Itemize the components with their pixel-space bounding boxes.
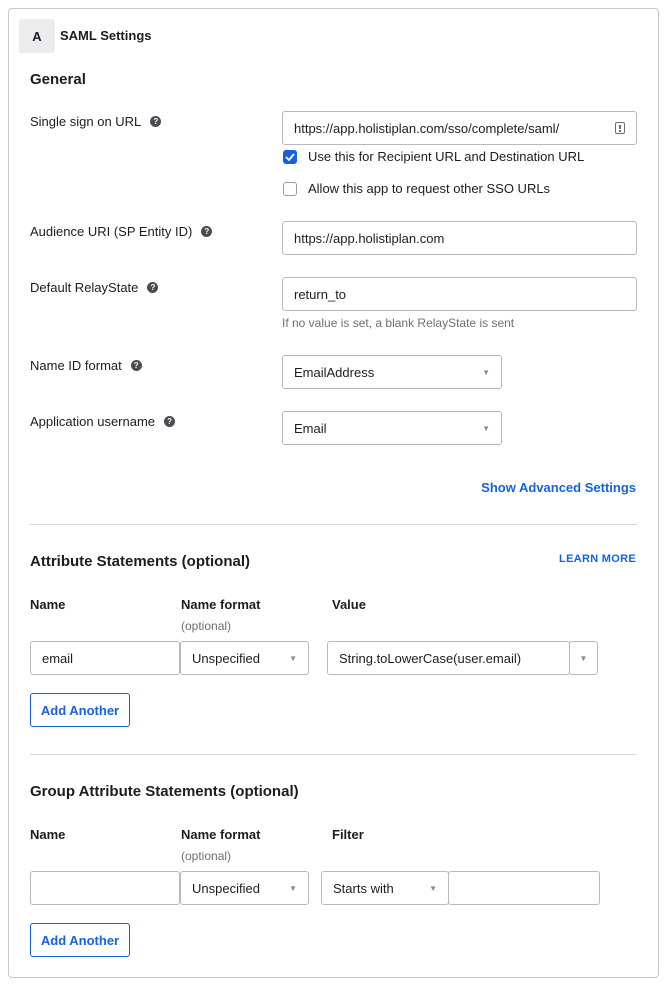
other-sso-checkbox-row[interactable]: Allow this app to request other SSO URLs bbox=[283, 181, 550, 196]
group-name-format-select[interactable]: Unspecified ▼ bbox=[180, 871, 309, 905]
name-id-format-label-text: Name ID format bbox=[30, 358, 122, 373]
section-divider bbox=[30, 754, 637, 755]
chevron-down-icon: ▼ bbox=[289, 653, 297, 663]
chevron-down-icon: ▼ bbox=[429, 883, 437, 893]
sso-url-label-text: Single sign on URL bbox=[30, 114, 142, 129]
group-filter-type-value: Starts with bbox=[333, 880, 394, 896]
attr-col-name-format-sub: (optional) bbox=[181, 619, 232, 633]
group-col-name-format-sub: (optional) bbox=[181, 849, 232, 863]
other-sso-checkbox-label: Allow this app to request other SSO URLs bbox=[308, 181, 551, 196]
recipient-checkbox-label: Use this for Recipient URL and Destinati… bbox=[308, 149, 585, 164]
chevron-down-icon: ▼ bbox=[482, 367, 490, 377]
attr-name-format-value: Unspecified bbox=[192, 650, 260, 666]
relay-state-label-text: Default RelayState bbox=[30, 280, 139, 295]
help-circle-icon[interactable]: ? bbox=[147, 282, 159, 293]
name-id-format-label: Name ID format ? bbox=[30, 358, 142, 373]
help-circle-icon[interactable]: ? bbox=[130, 360, 142, 371]
audience-uri-label: Audience URI (SP Entity ID) ? bbox=[30, 224, 213, 239]
attr-value-text: String.toLowerCase(user.email) bbox=[339, 650, 522, 666]
attr-col-value: Value bbox=[332, 597, 366, 612]
show-advanced-settings-link[interactable]: Show Advanced Settings bbox=[481, 480, 636, 495]
attr-name-format-select[interactable]: Unspecified ▼ bbox=[180, 641, 309, 675]
help-circle-icon[interactable]: ? bbox=[150, 116, 162, 127]
app-username-label: Application username ? bbox=[30, 414, 176, 429]
attribute-statements-heading: Attribute Statements (optional) bbox=[30, 553, 250, 570]
attr-value-dropdown[interactable]: ▼ bbox=[569, 641, 598, 675]
group-col-name-format: Name format bbox=[181, 827, 261, 842]
audience-uri-input[interactable]: https://app.holistiplan.com bbox=[282, 221, 637, 255]
step-badge: A bbox=[19, 19, 55, 53]
relay-state-hint: If no value is set, a blank RelayState i… bbox=[282, 316, 515, 330]
relay-state-value: return_to bbox=[294, 286, 347, 302]
check-icon bbox=[285, 152, 295, 161]
saml-settings-card: A SAML Settings General Single sign on U… bbox=[8, 8, 659, 978]
group-filter-value-input[interactable] bbox=[448, 871, 600, 905]
group-filter-type-select[interactable]: Starts with ▼ bbox=[321, 871, 449, 905]
audience-uri-label-text: Audience URI (SP Entity ID) bbox=[30, 224, 193, 239]
recipient-checkbox[interactable] bbox=[283, 149, 297, 164]
group-col-name: Name bbox=[30, 827, 66, 842]
attr-name-input[interactable]: email bbox=[30, 641, 180, 675]
group-add-another-button[interactable]: Add Another bbox=[30, 923, 130, 957]
chevron-down-icon: ▼ bbox=[289, 883, 297, 893]
chevron-down-icon: ▼ bbox=[482, 423, 490, 433]
attr-col-name: Name bbox=[30, 597, 66, 612]
attr-add-another-button[interactable]: Add Another bbox=[30, 693, 130, 727]
help-circle-icon[interactable]: ? bbox=[201, 226, 213, 237]
learn-more-link[interactable]: LEARN MORE bbox=[559, 553, 636, 565]
sso-url-input[interactable]: https://app.holistiplan.com/sso/complete… bbox=[282, 111, 637, 145]
attr-col-name-format: Name format bbox=[181, 597, 261, 612]
group-name-input[interactable] bbox=[30, 871, 180, 905]
general-heading: General bbox=[30, 71, 86, 88]
sso-url-value: https://app.holistiplan.com/sso/complete… bbox=[294, 120, 560, 136]
recipient-checkbox-row[interactable]: Use this for Recipient URL and Destinati… bbox=[283, 149, 584, 164]
app-username-label-text: Application username bbox=[30, 414, 156, 429]
relay-state-input[interactable]: return_to bbox=[282, 277, 637, 311]
app-username-select[interactable]: Email ▼ bbox=[282, 411, 502, 445]
attr-value-input[interactable]: String.toLowerCase(user.email) bbox=[327, 641, 570, 675]
attr-name-value: email bbox=[42, 650, 74, 666]
app-username-value: Email bbox=[294, 420, 327, 436]
other-sso-checkbox[interactable] bbox=[283, 181, 297, 196]
info-card-icon[interactable] bbox=[615, 122, 625, 134]
name-id-format-select[interactable]: EmailAddress ▼ bbox=[282, 355, 502, 389]
name-id-format-value: EmailAddress bbox=[294, 364, 375, 380]
group-col-filter: Filter bbox=[332, 827, 364, 842]
help-circle-icon[interactable]: ? bbox=[164, 416, 176, 427]
sso-url-label: Single sign on URL ? bbox=[30, 114, 162, 129]
section-divider bbox=[30, 524, 637, 525]
audience-uri-value: https://app.holistiplan.com bbox=[294, 230, 445, 246]
relay-state-label: Default RelayState ? bbox=[30, 280, 159, 295]
card-title: SAML Settings bbox=[60, 28, 152, 43]
group-name-format-value: Unspecified bbox=[192, 880, 260, 896]
chevron-down-icon: ▼ bbox=[579, 653, 588, 663]
group-attribute-statements-heading: Group Attribute Statements (optional) bbox=[30, 783, 299, 800]
